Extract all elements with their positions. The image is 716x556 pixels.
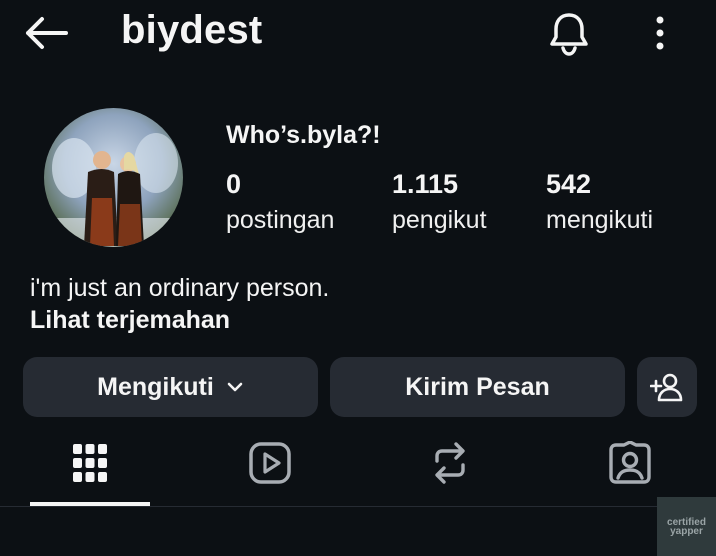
back-button[interactable] <box>18 8 72 58</box>
watermark-line2: yapper <box>670 525 703 537</box>
repost-icon <box>435 442 465 484</box>
send-message-button[interactable]: Kirim Pesan <box>330 357 625 417</box>
profile-bio: i'm just an ordinary person. <box>30 274 330 302</box>
tagged-icon <box>609 441 651 484</box>
stat-following-label: mengikuti <box>546 206 653 234</box>
stat-followers-count: 1.115 <box>392 169 459 199</box>
stat-posts-count: 0 <box>226 169 242 199</box>
stat-posts[interactable]: 0 postingan <box>226 168 334 240</box>
more-vertical-icon <box>656 16 664 50</box>
watermark-badge: certified yapper <box>657 497 716 556</box>
reels-icon <box>249 442 291 484</box>
stat-following[interactable]: 542 mengikuti <box>546 168 653 240</box>
arrow-left-icon <box>26 17 68 49</box>
stat-posts-label: postingan <box>226 206 335 234</box>
bell-icon <box>550 13 588 56</box>
send-message-label: Kirim Pesan <box>405 372 550 401</box>
add-user-button[interactable] <box>637 357 697 417</box>
chevron-down-icon <box>227 382 243 392</box>
tab-reposts[interactable] <box>375 432 525 494</box>
stat-followers[interactable]: 1.115 pengikut <box>392 168 487 240</box>
stat-followers-label: pengikut <box>392 206 487 234</box>
tab-tagged[interactable] <box>555 432 705 494</box>
tabs-divider <box>0 506 716 507</box>
following-button-label: Mengikuti <box>97 372 214 401</box>
notifications-button[interactable] <box>544 8 594 58</box>
display-name: Who’s.byla?! <box>226 121 381 149</box>
profile-username: biydest <box>121 8 263 52</box>
stat-following-count: 542 <box>546 169 592 199</box>
tab-reels[interactable] <box>195 432 345 494</box>
profile-avatar[interactable] <box>44 108 183 247</box>
following-button[interactable]: Mengikuti <box>23 357 318 417</box>
see-translation-link[interactable]: Lihat terjemahan <box>30 304 230 336</box>
avatar-photo <box>44 133 183 247</box>
person-add-icon <box>650 373 683 402</box>
more-options-button[interactable] <box>640 10 680 56</box>
grid-icon <box>73 444 107 482</box>
tab-posts-grid[interactable] <box>15 432 165 494</box>
